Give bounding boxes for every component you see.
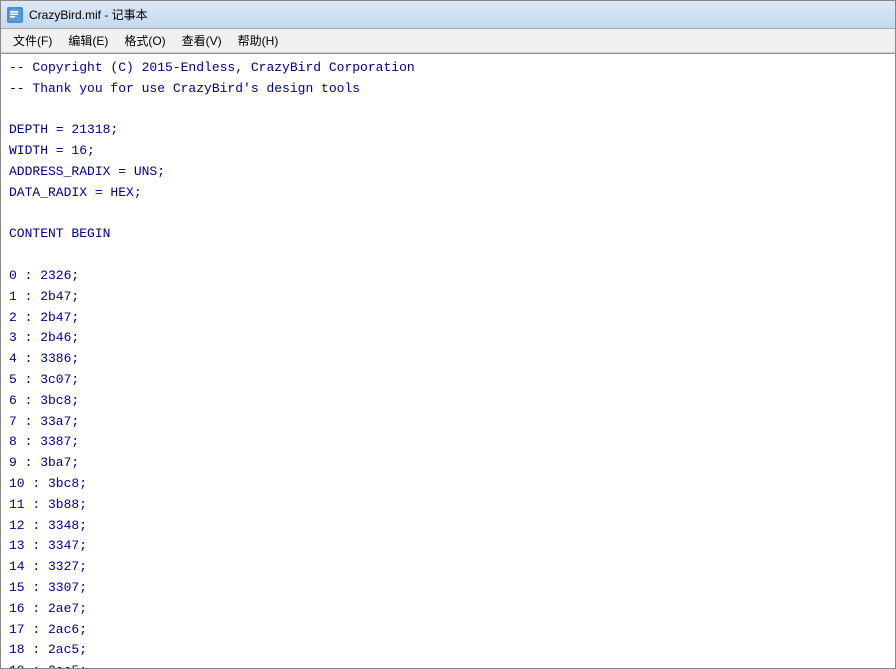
menu-format[interactable]: 格式(O) (116, 29, 173, 52)
window-title: CrazyBird.mif - 记事本 (29, 6, 148, 23)
menu-view[interactable]: 查看(V) (174, 29, 230, 52)
file-content: -- Copyright (C) 2015-Endless, CrazyBird… (9, 58, 887, 668)
menu-edit[interactable]: 编辑(E) (60, 29, 116, 52)
menu-file[interactable]: 文件(F) (5, 29, 60, 52)
menu-help[interactable]: 帮助(H) (230, 29, 287, 52)
app-icon (7, 7, 23, 23)
notepad-window: CrazyBird.mif - 记事本 文件(F) 编辑(E) 格式(O) 查看… (0, 0, 896, 669)
text-editor-area[interactable]: -- Copyright (C) 2015-Endless, CrazyBird… (1, 54, 895, 668)
menu-bar: 文件(F) 编辑(E) 格式(O) 查看(V) 帮助(H) (1, 29, 895, 53)
title-bar: CrazyBird.mif - 记事本 (1, 1, 895, 29)
